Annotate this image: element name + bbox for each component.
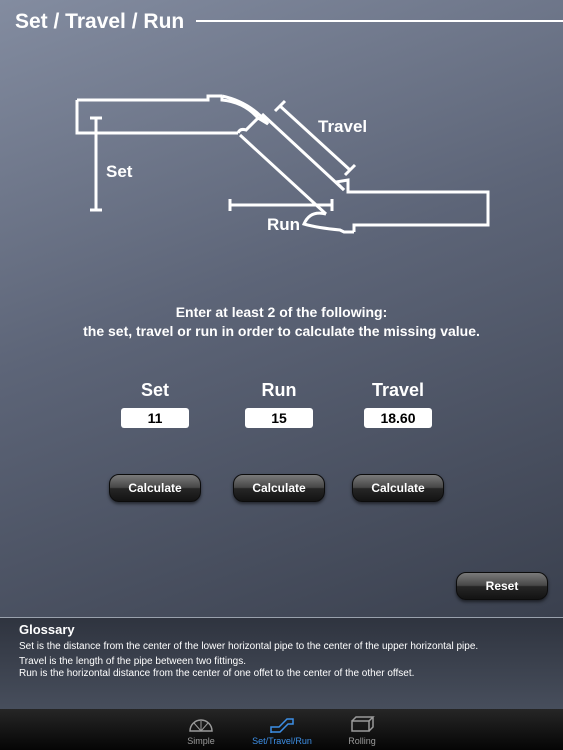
tab-rolling[interactable]: Rolling [322, 709, 402, 750]
run-label: Run [267, 215, 300, 234]
tab-simple-label: Simple [187, 736, 215, 746]
tab-simple[interactable]: Simple [161, 709, 241, 750]
run-input[interactable] [245, 408, 313, 428]
run-dimension [228, 199, 334, 211]
instructions: Enter at least 2 of the following: the s… [0, 303, 563, 341]
lower-pipe [352, 190, 490, 232]
main-panel: Set / Travel / Run Travel Set Run Enter … [0, 0, 563, 617]
glossary-travel: Travel is the length of the pipe between… [19, 656, 246, 667]
run-column: Run [219, 380, 339, 428]
upper-elbow [220, 94, 270, 134]
offset-pipe-icon [270, 718, 294, 733]
set-input[interactable] [121, 408, 189, 428]
calculate-travel-button[interactable]: Calculate [352, 474, 444, 502]
glossary-panel: Glossary Set is the distance from the ce… [0, 617, 563, 709]
reset-button[interactable]: Reset [456, 572, 548, 600]
travel-field-label: Travel [371, 380, 425, 400]
pipe-offset-diagram: Travel Set Run [75, 94, 490, 234]
tab-rolling-label: Rolling [348, 736, 376, 746]
travel-label: Travel [318, 117, 367, 136]
instructions-line-1: Enter at least 2 of the following: [175, 304, 388, 320]
upper-pipe [75, 94, 238, 135]
calculate-set-button[interactable]: Calculate [109, 474, 201, 502]
run-field-label: Run [261, 380, 297, 400]
glossary-text: Set is the distance from the center of t… [19, 641, 478, 680]
tab-bar: Simple Set/Travel/Run Rolling [0, 709, 563, 750]
travel-input[interactable] [364, 408, 432, 428]
glossary-run: Run is the horizontal distance from the … [19, 668, 415, 679]
instructions-line-2: the set, travel or run in order to calcu… [83, 323, 480, 339]
set-field-label: Set [140, 380, 169, 400]
protractor-icon [189, 719, 213, 732]
calculate-run-button[interactable]: Calculate [233, 474, 325, 502]
glossary-set: Set is the distance from the center of t… [19, 641, 479, 652]
set-column: Set [95, 380, 215, 428]
tab-set-travel-run-label: Set/Travel/Run [252, 736, 312, 746]
glossary-title: Glossary [19, 622, 75, 637]
rolling-box-icon [351, 716, 375, 732]
tab-set-travel-run[interactable]: Set/Travel/Run [242, 709, 322, 750]
travel-column: Travel [338, 380, 458, 428]
set-label: Set [106, 162, 133, 181]
